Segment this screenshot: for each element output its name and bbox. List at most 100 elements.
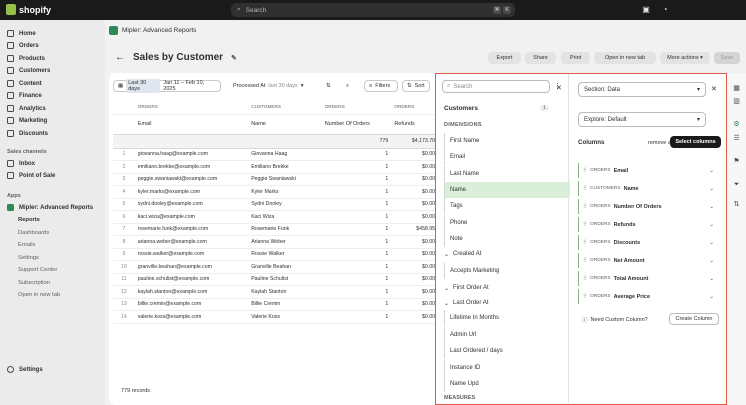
date-range-picker[interactable]: ▦ Last 30 days Jan 11 – Feb 10, 2025	[113, 79, 221, 93]
processed-at-filter[interactable]: Processed At last 30 days ▾	[229, 80, 319, 92]
drag-handle-icon[interactable]: ⠿	[583, 222, 587, 228]
chevron-down-icon[interactable]: ⌄	[709, 240, 714, 246]
dimension-item[interactable]: Admin Url	[444, 326, 570, 343]
drag-handle-icon[interactable]: ⠿	[583, 240, 587, 246]
chevron-down-icon[interactable]: ⌄	[709, 276, 714, 282]
chevron-down-icon[interactable]: ⌄	[709, 168, 714, 174]
column-header[interactable]: Refunds	[391, 114, 438, 135]
close-icon[interactable]: ✕	[556, 84, 562, 92]
section-select[interactable]: Section: Data ▾	[578, 82, 706, 97]
selected-column[interactable]: ⠿ ORDERS Refunds ⌄	[578, 217, 717, 232]
first-order-group[interactable]: ⌄ First Order At	[444, 280, 570, 296]
print-button[interactable]: Print	[561, 52, 590, 64]
drag-handle-icon[interactable]: ⠿	[583, 168, 587, 174]
field-search-input[interactable]: ⌕ Search	[442, 80, 550, 93]
nav-analytics[interactable]: Analytics	[7, 105, 46, 112]
dimension-item[interactable]: Last Name	[444, 165, 570, 182]
bar-chart-icon[interactable]: ▥	[733, 98, 740, 105]
table-row[interactable]: 4 kyler.marks@example.com Kyler Marks 1 $0.0…	[113, 185, 438, 199]
dimension-item[interactable]: First Name	[444, 133, 570, 149]
column-header[interactable]: Name	[248, 114, 322, 135]
open-new-tab-button[interactable]: Open in new tab	[594, 52, 656, 64]
dimension-item[interactable]: Phone	[444, 214, 570, 231]
selected-column[interactable]: ⠿ ORDERS Discounts ⌄	[578, 235, 717, 250]
selected-column[interactable]: ⠿ ORDERS Email ⌄	[578, 163, 717, 178]
drag-handle-icon[interactable]: ⠿	[583, 204, 587, 210]
drag-handle-icon[interactable]: ⠿	[583, 294, 587, 300]
dimension-item[interactable]: Email	[444, 149, 570, 166]
settings-gear-icon[interactable]: ⚙	[733, 121, 740, 128]
sub-dashboards[interactable]: Dashboards	[18, 230, 49, 236]
table-row[interactable]: 5 sydni.dooley@example.com Sydni Dooley 1 $0…	[113, 198, 438, 211]
dimension-item[interactable]: Name	[444, 181, 570, 198]
back-arrow-icon[interactable]: ←	[115, 52, 125, 63]
paint-icon[interactable]: ⚑	[733, 158, 740, 165]
bell-icon[interactable]: ◔	[660, 5, 670, 15]
global-search[interactable]: ⌕ Search ⌘ K	[231, 3, 515, 17]
dimension-item[interactable]: Tags	[444, 198, 570, 215]
drag-handle-icon[interactable]: ⠿	[583, 276, 587, 282]
table-icon[interactable]: ▦	[733, 85, 740, 92]
chevron-down-icon[interactable]: ⌄	[709, 186, 714, 192]
filter-icon[interactable]: ⏷	[733, 181, 740, 188]
export-button[interactable]: Export	[488, 52, 521, 64]
sales-channels-heading[interactable]: Sales channels	[7, 149, 47, 155]
column-header[interactable]: Number Of Orders	[321, 114, 392, 135]
sort-icon[interactable]: ⇅	[733, 201, 740, 208]
fields-group-title[interactable]: Customers	[444, 105, 478, 112]
nav-discounts[interactable]: Discounts	[7, 130, 48, 137]
table-row[interactable]: 11 pauline.schulist@example.com Pauline Sc…	[113, 273, 438, 286]
chevron-down-icon[interactable]: ⌄	[709, 258, 714, 264]
table-row[interactable]: 2 emiliano.brekke@example.com Emiliano Bre…	[113, 160, 438, 174]
table-row[interactable]: 12 kaylah.stanton@example.com Kaylah Stant…	[113, 285, 438, 299]
nav-products[interactable]: Products	[7, 55, 45, 62]
nav-pos[interactable]: Point of Sale	[7, 172, 55, 179]
nav-settings[interactable]: Settings	[7, 366, 43, 373]
nav-inbox[interactable]: Inbox	[7, 160, 35, 167]
nav-mipler-app[interactable]: Mipler: Advanced Reports	[7, 204, 93, 211]
drag-handle-icon[interactable]: ⠿	[583, 258, 587, 264]
dimension-item[interactable]: Lifetime In Months	[444, 310, 570, 326]
close-icon[interactable]: ✕	[711, 85, 717, 93]
dimension-item[interactable]: Instance ID	[444, 359, 570, 376]
nav-content[interactable]: Content	[7, 80, 42, 87]
nav-home[interactable]: Home	[7, 30, 36, 37]
table-row[interactable]: 13 billie.cremin@example.com Billie Cremin…	[113, 298, 438, 311]
dimension-item[interactable]: Accepts Marketing	[444, 263, 570, 279]
filters-button[interactable]: ≡ Filters	[364, 80, 398, 92]
table-row[interactable]: 7 rosemarie.funk@example.com Rosemarie Fun…	[113, 223, 438, 236]
more-actions-button[interactable]: More actions ▾	[660, 52, 710, 64]
dimension-item[interactable]: Last Ordered / days	[444, 343, 570, 359]
sort-direction-icon[interactable]: ⇅	[322, 80, 336, 92]
sub-settings[interactable]: Settings	[18, 255, 39, 261]
drag-handle-icon[interactable]: ⠿	[583, 186, 587, 192]
sub-emails[interactable]: Emails	[18, 242, 35, 248]
table-row[interactable]: 6 kaci.wiza@example.com Kaci Wiza 1 $0.00	[113, 210, 438, 224]
sort-button[interactable]: ⇅ Sort	[402, 80, 430, 92]
search-icon[interactable]: ⌕	[342, 80, 356, 92]
store-icon[interactable]: ▣	[641, 5, 651, 15]
apps-heading[interactable]: Apps	[7, 193, 21, 199]
selected-column[interactable]: ⠿ ORDERS Net Amount ⌄	[578, 253, 717, 268]
sub-reports[interactable]: Reports	[18, 217, 40, 223]
dimension-item[interactable]: Note	[444, 230, 570, 247]
nav-finance[interactable]: Finance	[7, 92, 42, 99]
nav-orders[interactable]: Orders	[7, 42, 39, 49]
shopify-logo[interactable]: shopify	[6, 4, 51, 15]
chevron-down-icon[interactable]: ⌄	[709, 222, 714, 228]
chevron-down-icon[interactable]: ⌄	[709, 294, 714, 300]
edit-pencil-icon[interactable]: ✎	[231, 54, 237, 62]
select-columns-button[interactable]: Select columns	[670, 136, 721, 148]
sub-subscription[interactable]: Subscription	[18, 280, 50, 286]
table-row[interactable]: 10 granville.beahan@example.com Granville …	[113, 260, 438, 274]
selected-column[interactable]: ⠿ CUSTOMERS Name ⌄	[578, 181, 717, 196]
share-button[interactable]: Share	[525, 52, 556, 64]
created-at-group[interactable]: ⌄ Created At	[444, 246, 570, 262]
create-column-button[interactable]: Create Column	[669, 313, 719, 325]
format-icon[interactable]: ☰	[733, 135, 740, 142]
chevron-down-icon[interactable]: ⌄	[709, 204, 714, 210]
explore-select[interactable]: Explore: Default ▾	[578, 112, 706, 127]
selected-column[interactable]: ⠿ ORDERS Average Price ⌄	[578, 289, 717, 304]
dimension-item[interactable]: Name Upd	[444, 376, 570, 392]
table-row[interactable]: 8 arianna.weber@example.com Arianna Weber 1…	[113, 235, 438, 249]
